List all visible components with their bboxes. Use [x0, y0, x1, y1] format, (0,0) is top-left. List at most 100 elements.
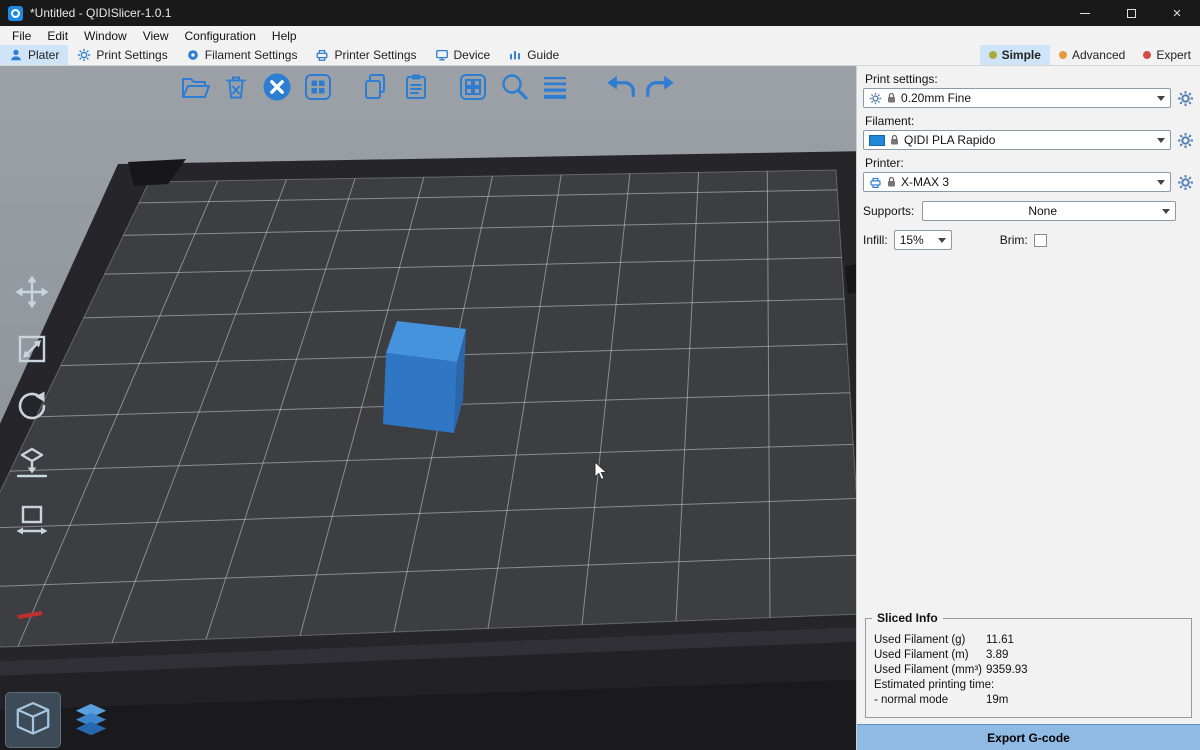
menu-help[interactable]: Help — [264, 29, 305, 43]
close-button[interactable]: × — [1154, 0, 1200, 26]
menu-file[interactable]: File — [4, 29, 39, 43]
copy-button[interactable] — [358, 70, 392, 104]
sliced-info-row: Used Filament (m) 3.89 — [874, 649, 1183, 661]
sliced-info-row: - normal mode 19m — [874, 694, 1183, 706]
guide-bars-icon — [508, 48, 522, 62]
paste-button[interactable] — [399, 70, 433, 104]
preset-gear-icon — [869, 92, 882, 105]
printer-combo[interactable]: X-MAX 3 — [863, 172, 1171, 192]
menu-edit[interactable]: Edit — [39, 29, 76, 43]
infill-combo[interactable]: 15% — [894, 230, 952, 250]
printer-gear-button[interactable] — [1174, 174, 1196, 191]
filament-value: QIDI PLA Rapido — [904, 133, 995, 147]
si-label: Estimated printing time: — [874, 679, 994, 691]
monitor-icon — [435, 48, 449, 62]
settings-sidebar: Print settings: 0.20mm Fine Filament: QI… — [856, 66, 1200, 750]
sliced-info-panel: Sliced Info Used Filament (g) 11.61 Used… — [865, 618, 1192, 718]
mode-advanced[interactable]: Advanced — [1050, 45, 1134, 65]
printer-icon — [869, 176, 882, 189]
mode-simple[interactable]: Simple — [980, 45, 1050, 65]
gizmo-toolbar — [12, 272, 52, 540]
measure-button[interactable] — [12, 500, 52, 540]
plater-toolbar — [178, 70, 678, 104]
advanced-dot-icon — [1059, 51, 1067, 59]
tab-filament-settings[interactable]: Filament Settings — [177, 45, 307, 65]
split-to-objects-button[interactable] — [456, 70, 490, 104]
maximize-icon — [1127, 9, 1136, 18]
move-button[interactable] — [12, 272, 52, 312]
model-cube[interactable] — [383, 321, 466, 433]
tab-label: Guide — [527, 48, 559, 62]
cube-front-face — [383, 353, 457, 433]
tab-label: Printer Settings — [334, 48, 416, 62]
view-switcher — [6, 693, 118, 747]
tab-guide[interactable]: Guide — [499, 45, 568, 65]
print-settings-gear-button[interactable] — [1174, 90, 1196, 107]
maximize-button[interactable] — [1108, 0, 1154, 26]
si-label: Used Filament (g) — [874, 634, 986, 646]
variable-layer-height-button[interactable] — [538, 70, 572, 104]
printer-label: Printer: — [865, 156, 1192, 170]
filament-label: Filament: — [865, 114, 1192, 128]
tab-label: Plater — [28, 48, 59, 62]
gear-icon — [1177, 174, 1194, 191]
mode-switcher: Simple Advanced Expert — [980, 45, 1200, 65]
menu-window[interactable]: Window — [76, 29, 135, 43]
tab-plater[interactable]: Plater — [0, 45, 68, 65]
chevron-down-icon — [1162, 209, 1170, 214]
tab-label: Device — [454, 48, 491, 62]
brim-label: Brim: — [1000, 233, 1028, 247]
bed-3d-scene[interactable] — [0, 66, 856, 750]
app-icon — [8, 6, 23, 21]
scale-button[interactable] — [12, 329, 52, 369]
sliced-info-title: Sliced Info — [872, 611, 943, 625]
undo-button[interactable] — [603, 70, 637, 104]
redo-button[interactable] — [644, 70, 678, 104]
3d-viewport[interactable] — [0, 66, 856, 750]
print-settings-combo[interactable]: 0.20mm Fine — [863, 88, 1171, 108]
place-on-face-button[interactable] — [12, 443, 52, 483]
gear-icon — [1177, 90, 1194, 107]
mode-label: Expert — [1156, 48, 1191, 62]
si-label: Used Filament (mm³) — [874, 664, 986, 676]
tab-print-settings[interactable]: Print Settings — [68, 45, 176, 65]
simple-dot-icon — [989, 51, 997, 59]
export-gcode-button[interactable]: Export G-code — [857, 724, 1200, 750]
editor-cube-icon — [11, 698, 55, 742]
tab-printer-settings[interactable]: Printer Settings — [306, 45, 425, 65]
mode-label: Advanced — [1072, 48, 1125, 62]
rotate-button[interactable] — [12, 386, 52, 426]
si-value: 9359.93 — [986, 664, 1028, 676]
chevron-down-icon — [1157, 138, 1165, 143]
mode-expert[interactable]: Expert — [1134, 45, 1200, 65]
arrange-button[interactable] — [301, 70, 335, 104]
window-title: *Untitled - QIDISlicer-1.0.1 — [30, 6, 171, 20]
tab-label: Print Settings — [96, 48, 167, 62]
filament-combo[interactable]: QIDI PLA Rapido — [863, 130, 1171, 150]
tab-device[interactable]: Device — [426, 45, 500, 65]
search-button[interactable] — [497, 70, 531, 104]
preview-view-button[interactable] — [64, 693, 118, 747]
gear-icon — [77, 48, 91, 62]
tab-label: Filament Settings — [205, 48, 298, 62]
editor-view-button[interactable] — [6, 693, 60, 747]
infill-label: Infill: — [863, 233, 888, 247]
si-value: 19m — [986, 694, 1008, 706]
lock-icon — [890, 134, 899, 146]
si-value: 3.89 — [986, 649, 1008, 661]
delete-all-button[interactable] — [260, 70, 294, 104]
layers-preview-icon — [69, 698, 113, 742]
chevron-down-icon — [1157, 180, 1165, 185]
open-file-button[interactable] — [178, 70, 212, 104]
tab-bar: Plater Print Settings Filament Settings … — [0, 45, 1200, 66]
menu-view[interactable]: View — [135, 29, 177, 43]
si-label: Used Filament (m) — [874, 649, 986, 661]
supports-label: Supports: — [863, 204, 914, 218]
supports-combo[interactable]: None — [922, 201, 1176, 221]
printer-icon — [315, 48, 329, 62]
delete-button[interactable] — [219, 70, 253, 104]
filament-gear-button[interactable] — [1174, 132, 1196, 149]
brim-checkbox[interactable] — [1034, 234, 1047, 247]
menu-configuration[interactable]: Configuration — [177, 29, 264, 43]
minimize-button[interactable] — [1062, 0, 1108, 26]
